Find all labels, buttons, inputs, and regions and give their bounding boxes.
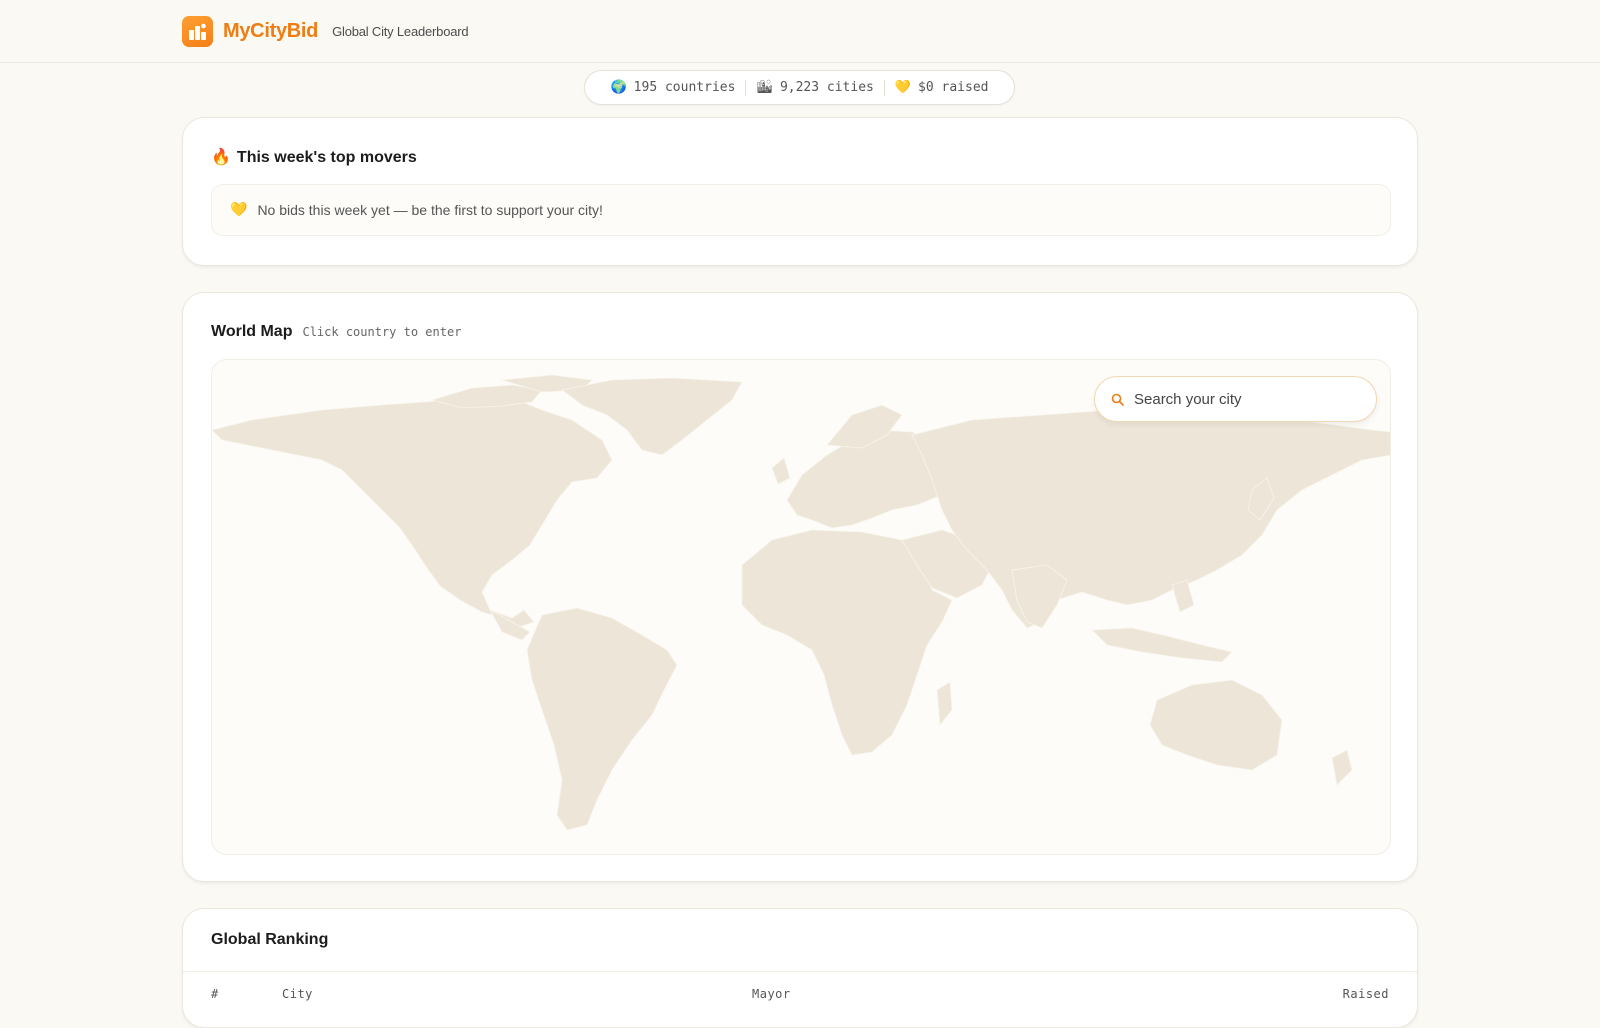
divider bbox=[883, 79, 885, 96]
world-map-title-text: World Map bbox=[211, 323, 293, 340]
global-ranking-title-text: Global Ranking bbox=[211, 931, 329, 948]
divider bbox=[183, 971, 1417, 972]
world-map-title: World Map Click country to enter bbox=[211, 323, 461, 341]
city-search-box[interactable] bbox=[1094, 376, 1377, 422]
divider bbox=[745, 79, 747, 96]
column-header-raised[interactable]: Raised bbox=[1343, 987, 1389, 1001]
global-ranking-title: Global Ranking bbox=[211, 931, 328, 949]
column-header-city[interactable]: City bbox=[282, 987, 313, 1001]
globe-icon: 🌍 bbox=[610, 80, 627, 95]
country-south-america[interactable] bbox=[526, 607, 678, 831]
world-map[interactable] bbox=[211, 359, 1391, 855]
search-icon bbox=[1111, 393, 1124, 406]
brand[interactable]: MyCityBid Global City Leaderboard bbox=[182, 16, 469, 47]
world-map-card: World Map Click country to enter bbox=[182, 292, 1418, 882]
stat-raised: 💛 $0 raised bbox=[895, 80, 989, 95]
country-australia[interactable] bbox=[1149, 679, 1283, 771]
stat-countries-label: 195 countries bbox=[633, 80, 736, 95]
country-north-america[interactable] bbox=[212, 397, 613, 631]
search-input[interactable] bbox=[1134, 390, 1354, 408]
world-map-svg[interactable] bbox=[212, 360, 1391, 855]
cityscape-icon: 🏙 bbox=[756, 80, 773, 95]
country-philippines[interactable] bbox=[1171, 579, 1195, 613]
top-bar: MyCityBid Global City Leaderboard bbox=[0, 0, 1600, 63]
empty-state: 💛 No bids this week yet — be the first t… bbox=[211, 184, 1391, 236]
country-new-zealand[interactable] bbox=[1331, 749, 1353, 786]
column-header-mayor[interactable]: Mayor bbox=[752, 987, 791, 1001]
stat-cities-label: 9,223 cities bbox=[779, 80, 874, 95]
country-indonesia[interactable] bbox=[1091, 627, 1233, 663]
country-uk[interactable] bbox=[771, 457, 791, 485]
global-ranking-card: Global Ranking # City Mayor Raised bbox=[182, 908, 1418, 1028]
fire-icon: 🔥 bbox=[211, 147, 231, 166]
world-map-hint: Click country to enter bbox=[302, 325, 462, 339]
top-movers-title-text: This week's top movers bbox=[236, 149, 417, 166]
brand-name: MyCityBid bbox=[223, 20, 319, 42]
stat-countries: 🌍 195 countries bbox=[610, 80, 735, 95]
stat-raised-label: $0 raised bbox=[918, 80, 989, 95]
top-movers-title: 🔥 This week's top movers bbox=[211, 147, 417, 167]
stat-cities: 🏙 9,223 cities bbox=[756, 80, 873, 95]
country-madagascar[interactable] bbox=[936, 681, 953, 727]
heart-icon: 💛 bbox=[230, 202, 248, 218]
empty-state-text: No bids this week yet — be the first to … bbox=[257, 202, 603, 218]
country-asia[interactable] bbox=[911, 407, 1391, 629]
column-header-rank[interactable]: # bbox=[211, 987, 219, 1001]
heart-icon: 💛 bbox=[894, 80, 912, 95]
city-chart-icon bbox=[182, 16, 213, 47]
top-movers-card: 🔥 This week's top movers 💛 No bids this … bbox=[182, 117, 1418, 266]
brand-subtitle: Global City Leaderboard bbox=[332, 24, 469, 39]
stats-bar: 🌍 195 countries 🏙 9,223 cities 💛 $0 rais… bbox=[584, 70, 1015, 105]
